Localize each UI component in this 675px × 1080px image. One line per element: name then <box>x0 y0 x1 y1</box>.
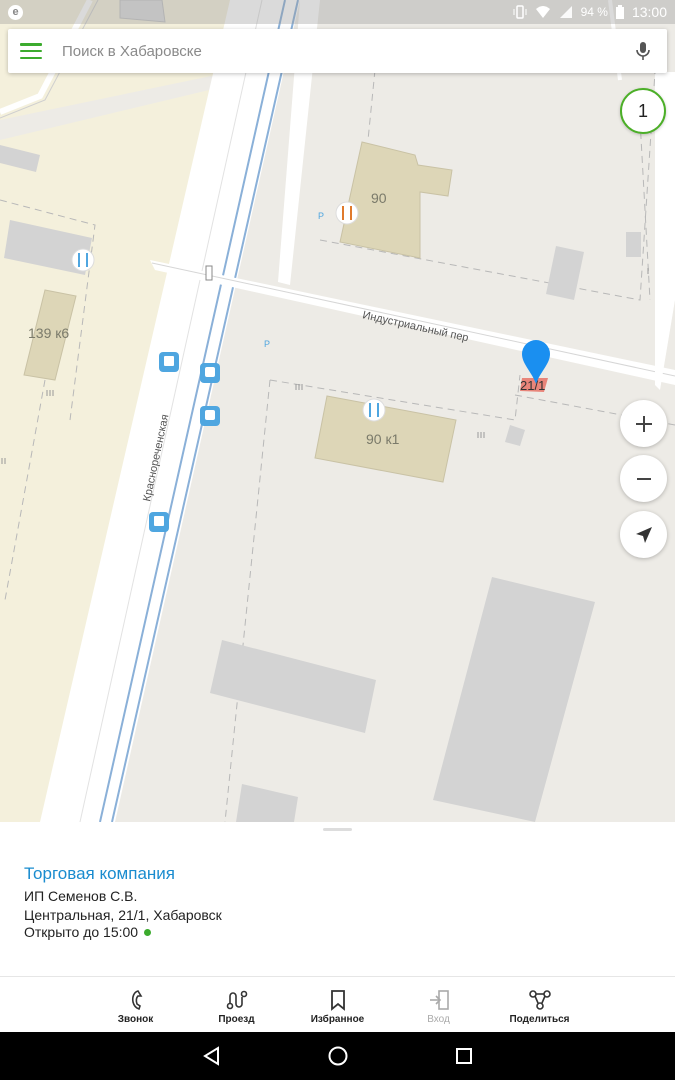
tram-stop-icon <box>200 363 220 383</box>
open-status-dot <box>144 928 152 936</box>
place-address: Центральная, 21/1, Хабаровск <box>24 907 222 923</box>
entrance-icon <box>429 989 449 1010</box>
label-building-90k1: 90 к1 <box>366 431 400 447</box>
place-owner: ИП Семенов С.В. <box>24 888 138 904</box>
building <box>433 577 595 822</box>
directions-label: Проезд <box>218 1013 255 1025</box>
building-90 <box>339 141 453 259</box>
favorites-label: Избранное <box>310 1013 365 1025</box>
app-notification-icon: e <box>8 4 23 20</box>
parking-label: P <box>318 211 324 221</box>
directions-button[interactable]: Проезд <box>186 977 287 1032</box>
sheet-drag-handle[interactable] <box>323 828 352 831</box>
building <box>210 640 376 733</box>
vibrate-icon <box>513 5 527 19</box>
battery-level: 94 % <box>580 5 608 19</box>
navigation-arrow-icon <box>635 526 652 543</box>
back-button[interactable] <box>149 1032 275 1080</box>
plus-icon <box>635 415 652 432</box>
search-bar <box>8 29 667 73</box>
map-view[interactable]: 90 90 к1 139 к6 Индустриальный пер Красн… <box>0 0 675 822</box>
recents-square-icon <box>455 1048 472 1064</box>
entrance-label: Вход <box>427 1013 450 1025</box>
signal-icon <box>559 6 572 18</box>
call-label: Звонок <box>117 1013 154 1025</box>
tram-stop-icon <box>200 406 220 426</box>
minus-icon <box>636 477 651 480</box>
route-icon <box>226 990 247 1009</box>
layers-count-button[interactable]: 1 <box>620 88 666 134</box>
entrance-button[interactable]: Вход <box>388 977 489 1032</box>
system-navigation-bar <box>0 1032 675 1080</box>
hamburger-menu-icon[interactable] <box>20 43 42 59</box>
wifi-icon <box>535 6 550 18</box>
share-label: Поделиться <box>509 1013 570 1025</box>
place-title[interactable]: Торговая компания <box>24 864 175 884</box>
label-building-139k6: 139 к6 <box>28 325 69 341</box>
restaurant-icon <box>335 201 359 225</box>
share-icon <box>528 989 551 1010</box>
bookmark-icon <box>330 989 345 1011</box>
status-bar: e 94 % 13:00 <box>0 0 675 24</box>
share-button[interactable]: Поделиться <box>489 977 590 1032</box>
home-button[interactable] <box>275 1032 401 1080</box>
traffic-light-icon <box>205 265 213 281</box>
zoom-out-button[interactable] <box>620 455 667 502</box>
action-bar: Звонок Проезд Избранное Вход Поделиться <box>0 976 675 1032</box>
zoom-in-button[interactable] <box>620 400 667 447</box>
recents-button[interactable] <box>401 1032 527 1080</box>
status-time: 13:00 <box>631 4 667 20</box>
microphone-icon[interactable] <box>631 39 655 63</box>
map-canvas[interactable]: 90 90 к1 139 к6 Индустриальный пер Красн… <box>0 0 675 822</box>
battery-icon <box>615 5 624 19</box>
service-tools-icon <box>71 248 95 272</box>
service-tools-icon <box>362 398 386 422</box>
place-card[interactable]: Торговая компания ИП Семенов С.В. Центра… <box>0 822 675 976</box>
building <box>236 784 298 822</box>
hours-text: Открыто до 15:00 <box>24 924 139 940</box>
call-button[interactable]: Звонок <box>85 977 186 1032</box>
bus-stop-icon <box>149 512 169 532</box>
building <box>505 425 525 446</box>
favorites-button[interactable]: Избранное <box>287 977 388 1032</box>
search-input[interactable] <box>62 42 631 60</box>
home-circle-icon <box>328 1046 347 1066</box>
back-triangle-icon <box>202 1046 219 1066</box>
my-location-button[interactable] <box>620 511 667 558</box>
place-hours: Открыто до 15:00 <box>24 924 152 940</box>
bus-stop-icon <box>159 352 179 372</box>
building <box>546 246 584 300</box>
label-building-90: 90 <box>371 190 387 206</box>
marker-label: 21/1 <box>520 378 545 393</box>
parking-label: P <box>264 339 270 349</box>
phone-icon <box>131 989 142 1010</box>
